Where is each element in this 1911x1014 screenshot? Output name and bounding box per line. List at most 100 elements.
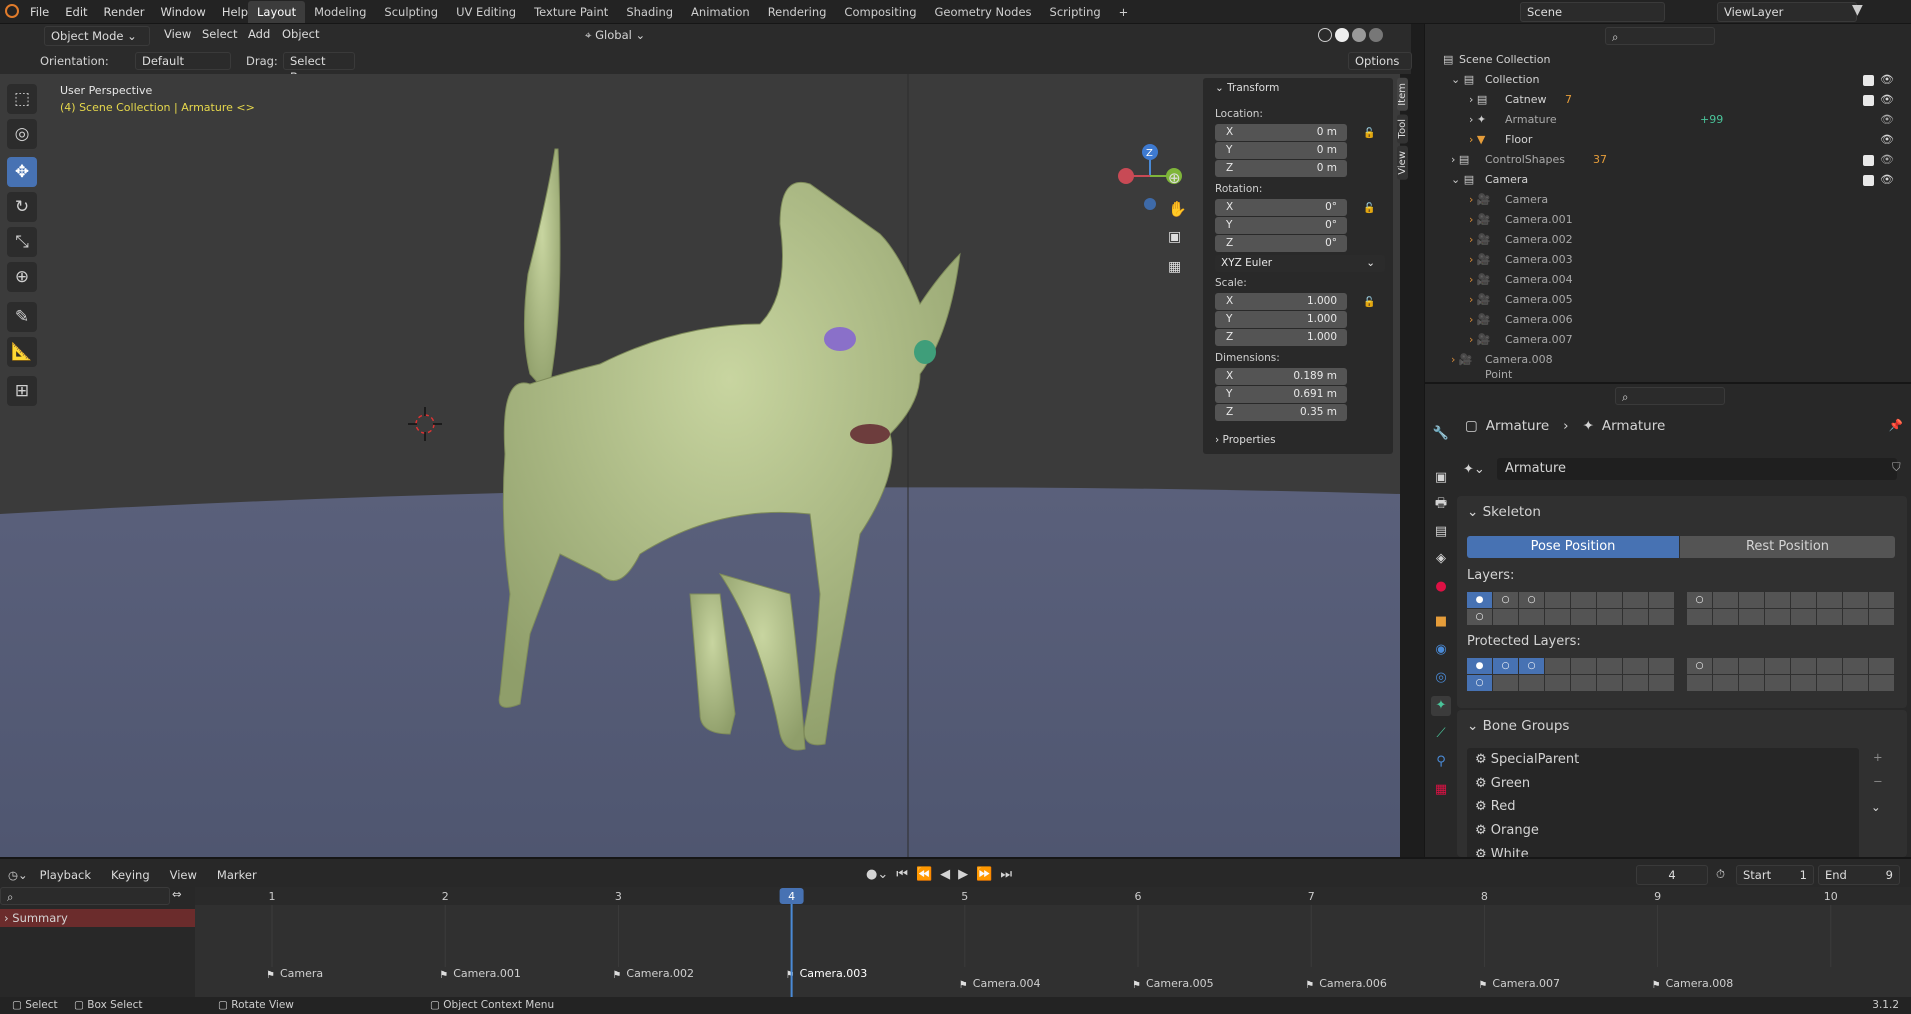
- wireframe-shading-icon[interactable]: [1318, 28, 1332, 42]
- list-item[interactable]: ⚙ Orange: [1475, 823, 1539, 838]
- texture-properties-icon[interactable]: ▦: [1431, 780, 1451, 800]
- lock-icon[interactable]: 🔓: [1363, 128, 1375, 139]
- bone-group-menu-button[interactable]: ⌄: [1871, 800, 1881, 814]
- rest-position-button[interactable]: Rest Position: [1680, 536, 1895, 558]
- rendered-shading-icon[interactable]: [1369, 28, 1383, 42]
- tab-animation[interactable]: Animation: [682, 1, 759, 23]
- measure-tool-icon[interactable]: 📐: [7, 337, 37, 367]
- tab-scripting[interactable]: Scripting: [1041, 1, 1110, 23]
- start-frame-field[interactable]: Start 1: [1736, 865, 1814, 885]
- menu-add[interactable]: Add: [240, 22, 278, 46]
- scale-z-field[interactable]: Z 1.000: [1215, 329, 1347, 346]
- list-item[interactable]: ⚙ Red: [1475, 799, 1516, 814]
- view-layer-icon[interactable]: ▤: [1431, 522, 1451, 542]
- outliner-row[interactable]: › ✦ Armature +99 👁: [1425, 110, 1911, 130]
- scale-tool-icon[interactable]: ⤡: [7, 227, 37, 257]
- properties-search-input[interactable]: ⌕: [1615, 387, 1725, 405]
- list-item[interactable]: ⚙ White: [1475, 847, 1529, 857]
- rotate-tool-icon[interactable]: ↻: [7, 192, 37, 222]
- annotate-tool-icon[interactable]: ✎: [7, 302, 37, 332]
- properties-panel-header[interactable]: › Properties: [1215, 434, 1276, 446]
- dimensions-y-field[interactable]: Y 0.691 m: [1215, 386, 1347, 403]
- bone-properties-icon[interactable]: ⟋: [1431, 724, 1451, 744]
- protected-layers-grid-left[interactable]: ● ○ ○ ○: [1467, 658, 1674, 691]
- rotation-z-field[interactable]: Z 0°: [1215, 235, 1347, 252]
- ortho-grid-icon[interactable]: ▦: [1168, 259, 1181, 275]
- cursor-tool-icon[interactable]: ◎: [7, 119, 37, 149]
- add-cube-tool-icon[interactable]: ⊞: [7, 376, 37, 406]
- play-icon[interactable]: ▶: [958, 867, 968, 882]
- menu-file[interactable]: File: [22, 0, 57, 24]
- menu-select[interactable]: Select: [194, 22, 245, 46]
- scale-x-field[interactable]: X 1.000: [1215, 293, 1347, 310]
- rotation-x-field[interactable]: X 0°: [1215, 199, 1347, 216]
- jump-start-icon[interactable]: ⏮: [896, 867, 908, 882]
- jump-end-icon[interactable]: ⏭: [1000, 867, 1012, 882]
- next-keyframe-icon[interactable]: ⏩: [976, 867, 992, 882]
- options-dropdown[interactable]: Options: [1348, 52, 1412, 70]
- material-shading-icon[interactable]: [1352, 28, 1366, 42]
- outliner-row[interactable]: › 🎥 Camera.008: [1425, 350, 1911, 370]
- dimensions-z-field[interactable]: Z 0.35 m: [1215, 404, 1347, 421]
- output-properties-icon[interactable]: 🖶: [1431, 494, 1451, 514]
- tab-texture-paint[interactable]: Texture Paint: [525, 1, 617, 23]
- orientation-dropdown[interactable]: Default: [135, 52, 231, 70]
- play-reverse-icon[interactable]: ◀: [940, 867, 950, 882]
- outliner-row[interactable]: ⌄ ▤ Camera 👁: [1425, 170, 1911, 190]
- outliner-row[interactable]: Point: [1425, 369, 1911, 381]
- lock-icon[interactable]: 🔓: [1363, 203, 1375, 214]
- outliner-row[interactable]: › 🎥 Camera.002: [1425, 230, 1911, 250]
- scene-properties-icon[interactable]: ◈: [1431, 549, 1451, 569]
- tab-compositing[interactable]: Compositing: [835, 1, 925, 23]
- location-z-field[interactable]: Z0 m: [1215, 160, 1347, 177]
- 3d-viewport[interactable]: Z User Perspective (4) Scene Collection …: [0, 74, 1400, 857]
- rotation-mode-dropdown[interactable]: XYZ Euler ⌄: [1215, 255, 1385, 272]
- render-properties-icon[interactable]: ▣: [1431, 468, 1451, 488]
- outliner-row[interactable]: › ▤ ControlShapes 37 👁: [1425, 150, 1911, 170]
- menu-edit[interactable]: Edit: [57, 0, 95, 24]
- end-frame-field[interactable]: End 9: [1818, 865, 1900, 885]
- tab-geometry-nodes[interactable]: Geometry Nodes: [926, 1, 1041, 23]
- outliner-row[interactable]: › 🎥 Camera.003: [1425, 250, 1911, 270]
- armature-data-icon[interactable]: ✦: [1431, 696, 1451, 716]
- bone-groups-panel-header[interactable]: ⌄ Bone Groups: [1467, 718, 1569, 734]
- outliner-scene-collection[interactable]: ▤ Scene Collection: [1425, 50, 1911, 70]
- pin-icon[interactable]: 📌: [1889, 418, 1903, 432]
- transform-tool-icon[interactable]: ⊕: [7, 262, 37, 292]
- add-bone-group-button[interactable]: +: [1873, 750, 1883, 764]
- summary-channel[interactable]: › Summary: [0, 909, 195, 927]
- list-item[interactable]: ⚙ SpecialParent: [1475, 752, 1579, 767]
- data-name-field[interactable]: Armature: [1497, 458, 1897, 480]
- channel-search-input[interactable]: ⌕: [0, 887, 170, 905]
- record-icon[interactable]: ●⌄: [866, 867, 888, 882]
- transform-orientation-dropdown[interactable]: ⌖ Global ⌄: [585, 28, 645, 43]
- tab-view[interactable]: View: [1397, 146, 1408, 180]
- menu-render[interactable]: Render: [96, 0, 153, 24]
- transform-panel-header[interactable]: ⌄ Transform: [1215, 82, 1279, 94]
- prev-keyframe-icon[interactable]: ⏪: [916, 867, 932, 882]
- constraint-icon[interactable]: ⚲: [1431, 752, 1451, 772]
- zoom-icon[interactable]: ⊕: [1168, 169, 1181, 187]
- keying-menu[interactable]: Keying: [103, 863, 158, 887]
- camera-view-icon[interactable]: ▣: [1168, 229, 1181, 245]
- add-workspace-button[interactable]: +: [1110, 1, 1138, 23]
- skeleton-panel-header[interactable]: ⌄ Skeleton: [1467, 504, 1541, 520]
- location-x-field[interactable]: X0 m: [1215, 124, 1347, 141]
- tab-shading[interactable]: Shading: [617, 1, 682, 23]
- tab-layout[interactable]: Layout: [248, 1, 306, 23]
- swap-icon[interactable]: ⇔: [172, 887, 182, 901]
- tab-rendering[interactable]: Rendering: [759, 1, 836, 23]
- outliner-row[interactable]: › ▼ Floor 👁: [1425, 130, 1911, 150]
- marker-menu[interactable]: Marker: [209, 863, 265, 887]
- timeline-view-menu[interactable]: View: [162, 863, 205, 887]
- outliner-row[interactable]: › 🎥 Camera.001: [1425, 210, 1911, 230]
- pan-hand-icon[interactable]: ✋: [1168, 200, 1187, 218]
- tab-modeling[interactable]: Modeling: [305, 1, 375, 23]
- data-type-icon[interactable]: ✦⌄: [1463, 462, 1485, 477]
- scene-selector[interactable]: Scene: [1520, 2, 1665, 22]
- outliner-row[interactable]: › 🎥 Camera.005: [1425, 290, 1911, 310]
- solid-shading-icon[interactable]: [1335, 28, 1349, 42]
- current-frame-field[interactable]: 4: [1636, 865, 1708, 885]
- menu-view[interactable]: View: [156, 22, 199, 46]
- drag-dropdown[interactable]: Select Box: [283, 52, 355, 84]
